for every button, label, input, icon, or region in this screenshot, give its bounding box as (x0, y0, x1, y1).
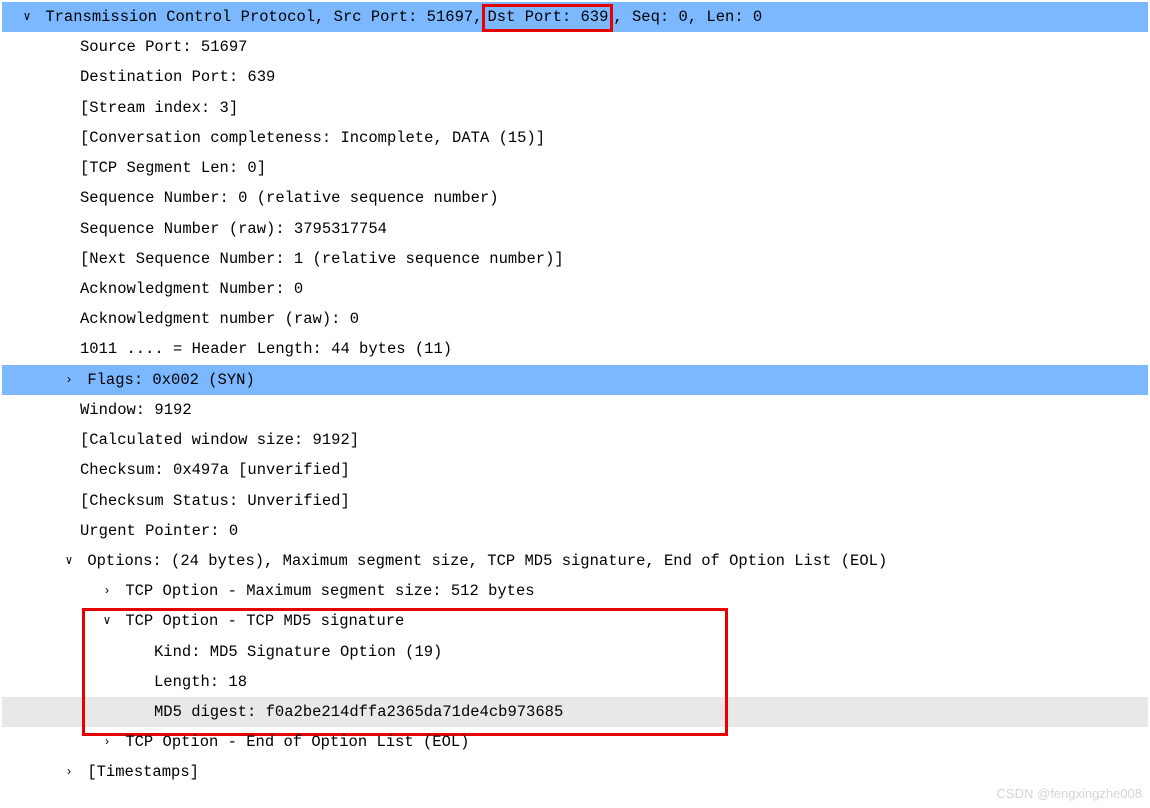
flags-text: Flags: 0x002 (SYN) (87, 371, 254, 389)
chk-status-text: [Checksum Status: Unverified] (80, 492, 350, 510)
chevron-right-icon[interactable]: › (98, 580, 116, 603)
window-row[interactable]: Window: 9192 (2, 395, 1148, 425)
seq-rel-row[interactable]: Sequence Number: 0 (relative sequence nu… (2, 183, 1148, 213)
window-text: Window: 9192 (80, 401, 192, 419)
opt-md5-text: TCP Option - TCP MD5 signature (125, 612, 404, 630)
dest-port-text: Destination Port: 639 (80, 68, 275, 86)
chevron-right-icon[interactable]: › (60, 761, 78, 784)
seg-len-text: [TCP Segment Len: 0] (80, 159, 266, 177)
md5-len-row[interactable]: Length: 18 (2, 667, 1148, 697)
options-text: Options: (24 bytes), Maximum segment siz… (87, 552, 887, 570)
chk-status-row[interactable]: [Checksum Status: Unverified] (2, 486, 1148, 516)
options-row[interactable]: ∨ Options: (24 bytes), Maximum segment s… (2, 546, 1148, 576)
tcp-header-row[interactable]: ∨ Transmission Control Protocol, Src Por… (2, 2, 1148, 32)
tcp-header-text-post: , Seq: 0, Len: 0 (613, 8, 762, 26)
stream-index-row[interactable]: [Stream index: 3] (2, 93, 1148, 123)
chevron-down-icon[interactable]: ∨ (98, 610, 116, 633)
checksum-text: Checksum: 0x497a [unverified] (80, 461, 350, 479)
chevron-down-icon[interactable]: ∨ (18, 6, 36, 29)
conv-complete-text: [Conversation completeness: Incomplete, … (80, 129, 545, 147)
urgent-text: Urgent Pointer: 0 (80, 522, 238, 540)
opt-md5-row[interactable]: ∨ TCP Option - TCP MD5 signature (2, 606, 1148, 636)
source-port-row[interactable]: Source Port: 51697 (2, 32, 1148, 62)
packet-tree: ∨ Transmission Control Protocol, Src Por… (2, 2, 1148, 788)
next-seq-text: [Next Sequence Number: 1 (relative seque… (80, 250, 564, 268)
tcp-dstport-highlight: Dst Port: 639 (482, 4, 613, 32)
watermark-text: CSDN @fengxingzhe008 (997, 781, 1142, 806)
md5-digest-text: MD5 digest: f0a2be214dffa2365da71de4cb97… (154, 703, 563, 721)
tcp-header-text-pre: Transmission Control Protocol, Src Port:… (45, 8, 482, 26)
seq-raw-row[interactable]: Sequence Number (raw): 3795317754 (2, 214, 1148, 244)
calc-win-row[interactable]: [Calculated window size: 9192] (2, 425, 1148, 455)
dest-port-row[interactable]: Destination Port: 639 (2, 62, 1148, 92)
chevron-right-icon[interactable]: › (98, 731, 116, 754)
timestamps-row[interactable]: › [Timestamps] (2, 757, 1148, 787)
md5-kind-text: Kind: MD5 Signature Option (19) (154, 643, 442, 661)
opt-eol-row[interactable]: › TCP Option - End of Option List (EOL) (2, 727, 1148, 757)
checksum-row[interactable]: Checksum: 0x497a [unverified] (2, 455, 1148, 485)
hdr-len-row[interactable]: 1011 .... = Header Length: 44 bytes (11) (2, 334, 1148, 364)
chevron-right-icon[interactable]: › (60, 369, 78, 392)
stream-index-text: [Stream index: 3] (80, 99, 238, 117)
md5-kind-row[interactable]: Kind: MD5 Signature Option (19) (2, 637, 1148, 667)
conv-complete-row[interactable]: [Conversation completeness: Incomplete, … (2, 123, 1148, 153)
ack-num-text: Acknowledgment Number: 0 (80, 280, 303, 298)
hdr-len-text: 1011 .... = Header Length: 44 bytes (11) (80, 340, 452, 358)
next-seq-row[interactable]: [Next Sequence Number: 1 (relative seque… (2, 244, 1148, 274)
seq-rel-text: Sequence Number: 0 (relative sequence nu… (80, 189, 499, 207)
timestamps-text: [Timestamps] (87, 763, 199, 781)
seq-raw-text: Sequence Number (raw): 3795317754 (80, 220, 387, 238)
ack-num-row[interactable]: Acknowledgment Number: 0 (2, 274, 1148, 304)
opt-eol-text: TCP Option - End of Option List (EOL) (125, 733, 469, 751)
md5-digest-row[interactable]: MD5 digest: f0a2be214dffa2365da71de4cb97… (2, 697, 1148, 727)
flags-row[interactable]: › Flags: 0x002 (SYN) (2, 365, 1148, 395)
opt-mss-row[interactable]: › TCP Option - Maximum segment size: 512… (2, 576, 1148, 606)
calc-win-text: [Calculated window size: 9192] (80, 431, 359, 449)
ack-raw-row[interactable]: Acknowledgment number (raw): 0 (2, 304, 1148, 334)
opt-mss-text: TCP Option - Maximum segment size: 512 b… (125, 582, 534, 600)
ack-raw-text: Acknowledgment number (raw): 0 (80, 310, 359, 328)
chevron-down-icon[interactable]: ∨ (60, 550, 78, 573)
md5-len-text: Length: 18 (154, 673, 247, 691)
source-port-text: Source Port: 51697 (80, 38, 247, 56)
urgent-row[interactable]: Urgent Pointer: 0 (2, 516, 1148, 546)
seg-len-row[interactable]: [TCP Segment Len: 0] (2, 153, 1148, 183)
